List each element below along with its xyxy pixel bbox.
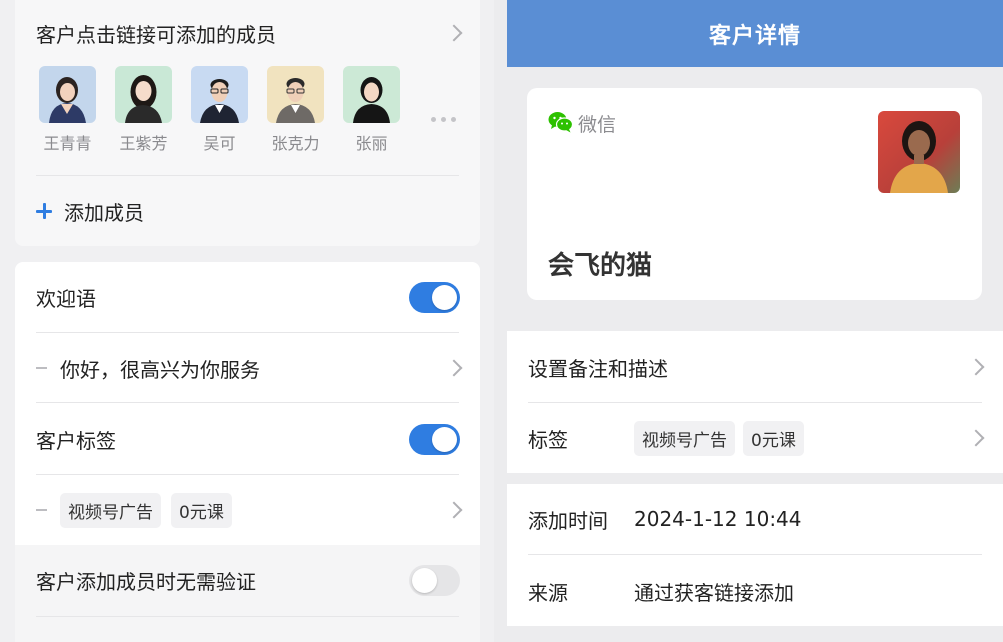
divider — [36, 616, 459, 617]
tag-chip: 视频号广告 — [634, 420, 735, 456]
page-title: 客户详情 — [708, 23, 801, 49]
welcome-message-text: 你好，很高兴为你服务 — [60, 357, 260, 382]
divider — [36, 175, 459, 176]
divider — [36, 402, 459, 403]
add-time-label: 添加时间 — [528, 508, 608, 533]
chevron-right-icon — [967, 358, 985, 376]
settings-card: 欢迎语 你好，很高兴为你服务 客户标签 视频号广告 0元课 客户添加成员时无需验… — [15, 262, 480, 642]
member-name: 张丽 — [355, 134, 388, 153]
no-verify-label: 客户添加成员时无需验证 — [36, 569, 256, 594]
chevron-right-icon — [445, 359, 463, 377]
tags-row[interactable]: 标签 视频号广告 0元课 — [528, 420, 985, 456]
wechat-icon — [548, 111, 574, 137]
avatar — [343, 66, 400, 123]
divider — [36, 474, 459, 475]
customer-tags-toggle[interactable] — [409, 423, 460, 455]
customer-detail-panel: 客户详情 微信 会飞的猫 设置备注和描述 标签 视频号广告 0元课 添加时间 2… — [507, 0, 1003, 642]
divider — [528, 554, 982, 555]
welcome-label: 欢迎语 — [36, 286, 96, 311]
tag-chip: 0元课 — [743, 420, 804, 456]
dash-icon — [36, 367, 47, 369]
welcome-row: 欢迎语 — [36, 281, 460, 313]
set-remark-row[interactable]: 设置备注和描述 — [528, 350, 985, 384]
link-members-title: 客户点击链接可添加的成员 — [36, 22, 276, 47]
tag-chip: 视频号广告 — [60, 492, 161, 528]
avatar — [191, 66, 248, 123]
header-bar: 客户详情 — [507, 0, 1003, 67]
member-item[interactable]: 张丽 — [343, 66, 400, 154]
more-members-icon[interactable] — [431, 117, 456, 122]
member-name: 吴可 — [203, 134, 236, 153]
member-item[interactable]: 王紫芳 — [115, 66, 172, 154]
divider — [36, 332, 459, 333]
profile-card: 微信 会飞的猫 — [527, 88, 982, 300]
customer-avatar[interactable] — [878, 111, 960, 193]
add-time-row: 添加时间 2024-1-12 10:44 — [528, 502, 982, 536]
add-member-label: 添加成员 — [64, 200, 144, 225]
source-label: 来源 — [528, 580, 568, 605]
member-list: 王青青 王紫芳 吴可 张克力 张丽 — [39, 66, 400, 154]
member-item[interactable]: 吴可 — [191, 66, 248, 154]
add-member-button[interactable]: 添加成员 — [36, 193, 144, 229]
source-value: 通过获客链接添加 — [634, 580, 794, 605]
info-section: 添加时间 2024-1-12 10:44 来源 通过获客链接添加 — [507, 484, 1003, 626]
member-item[interactable]: 张克力 — [267, 66, 324, 154]
avatar — [115, 66, 172, 123]
customer-tags-row: 客户标签 — [36, 423, 460, 455]
link-members-row[interactable]: 客户点击链接可添加的成员 — [36, 17, 463, 49]
chevron-right-icon — [967, 429, 985, 447]
customer-tags-select-row[interactable]: 视频号广告 0元课 — [36, 492, 463, 528]
left-panel: 客户点击链接可添加的成员 王青青 王紫芳 吴可 张克力 张丽 添加成员 欢迎语 … — [0, 0, 494, 642]
chevron-right-icon — [445, 24, 463, 42]
source-app: 微信 — [548, 110, 616, 137]
avatar — [267, 66, 324, 123]
link-members-card: 客户点击链接可添加的成员 王青青 王紫芳 吴可 张克力 张丽 添加成员 — [15, 0, 480, 246]
add-time-value: 2024-1-12 10:44 — [634, 507, 802, 531]
member-name: 王青青 — [43, 134, 92, 153]
customer-name: 会飞的猫 — [548, 251, 653, 281]
set-remark-label: 设置备注和描述 — [528, 356, 668, 381]
tag-chip: 0元课 — [171, 492, 232, 528]
no-verify-section: 客户添加成员时无需验证 — [15, 545, 480, 642]
no-verify-toggle[interactable] — [409, 564, 460, 596]
avatar — [39, 66, 96, 123]
remark-tags-section: 设置备注和描述 标签 视频号广告 0元课 — [507, 331, 1003, 473]
divider — [528, 402, 982, 403]
source-app-label: 微信 — [578, 114, 617, 136]
no-verify-row: 客户添加成员时无需验证 — [36, 564, 460, 596]
customer-tags-label: 客户标签 — [36, 428, 116, 453]
tags-label: 标签 — [528, 427, 568, 452]
member-name: 张克力 — [271, 134, 320, 153]
welcome-toggle[interactable] — [409, 281, 460, 313]
welcome-message-row[interactable]: 你好，很高兴为你服务 — [36, 352, 463, 384]
source-row: 来源 通过获客链接添加 — [528, 574, 982, 608]
plus-icon — [36, 203, 52, 219]
dash-icon — [36, 509, 47, 511]
chevron-right-icon — [445, 501, 463, 519]
member-item[interactable]: 王青青 — [39, 66, 96, 154]
member-name: 王紫芳 — [119, 134, 168, 153]
